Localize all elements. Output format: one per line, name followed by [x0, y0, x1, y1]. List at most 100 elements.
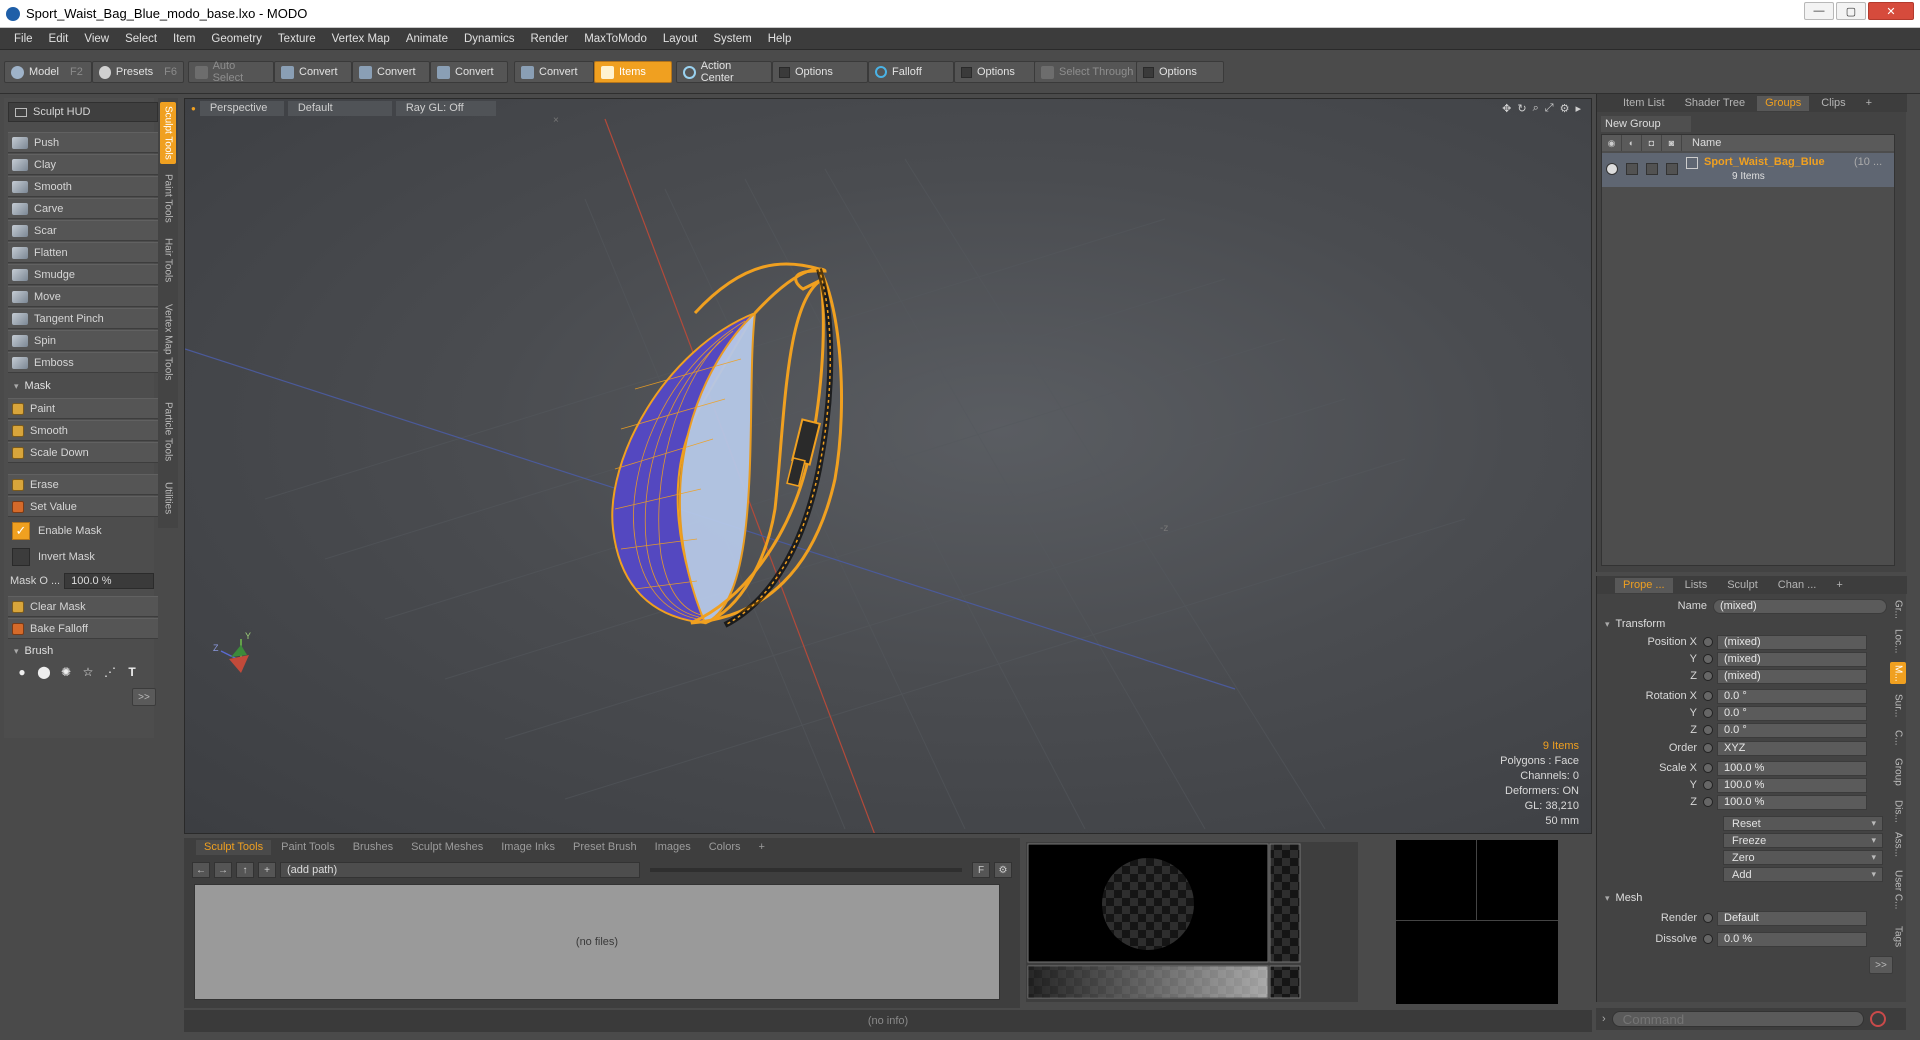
reset-dropdown[interactable]: Reset: [1723, 816, 1883, 831]
menu-layout[interactable]: Layout: [655, 28, 706, 50]
viewport-menu-dot-icon[interactable]: ●: [191, 104, 196, 113]
mask-tool-set-value[interactable]: Set Value: [8, 496, 158, 517]
menu-select[interactable]: Select: [117, 28, 165, 50]
3d-viewport[interactable]: × -z Y Z ● Perspective Default Ray GL: O…: [184, 98, 1592, 834]
minimize-button[interactable]: —: [1804, 2, 1834, 20]
filter-button[interactable]: F: [972, 862, 990, 878]
side-tab-c[interactable]: C...: [1890, 728, 1906, 748]
menu-system[interactable]: System: [705, 28, 759, 50]
rotate-icon[interactable]: ↻: [1517, 102, 1526, 115]
tab-groups[interactable]: Groups: [1757, 95, 1810, 111]
add-properties-tab-button[interactable]: +: [1828, 578, 1850, 593]
position-y-field[interactable]: (mixed): [1717, 651, 1867, 667]
tab-image-inks[interactable]: Image Inks: [493, 840, 563, 855]
enable-mask-checkbox[interactable]: ✓ Enable Mask: [8, 520, 158, 542]
select-through-options-button[interactable]: Options: [1136, 61, 1224, 83]
tab-particle-tools[interactable]: Particle Tools: [160, 396, 176, 468]
tool-push[interactable]: Push: [8, 132, 158, 153]
menu-view[interactable]: View: [76, 28, 117, 50]
add-icon[interactable]: +: [258, 862, 276, 878]
maximize-button[interactable]: ▢: [1836, 2, 1866, 20]
tab-channels[interactable]: Chan ...: [1770, 578, 1825, 593]
action-center-options-button[interactable]: Options: [772, 61, 868, 83]
keyframe-dot-icon[interactable]: [1703, 797, 1713, 807]
mask-section-header[interactable]: Mask: [8, 377, 158, 395]
keyframe-dot-icon[interactable]: [1703, 671, 1713, 681]
zero-dropdown[interactable]: Zero: [1723, 850, 1883, 865]
mask-opacity-field[interactable]: 100.0 %: [64, 573, 155, 589]
menu-item[interactable]: Item: [165, 28, 203, 50]
tab-sculpt-tools[interactable]: Sculpt Tools: [160, 102, 176, 164]
tab-brushes[interactable]: Brushes: [345, 840, 401, 855]
menu-edit[interactable]: Edit: [41, 28, 77, 50]
keyframe-dot-icon[interactable]: [1703, 934, 1713, 944]
add-tab-button[interactable]: +: [751, 840, 773, 855]
tab-images[interactable]: Images: [647, 840, 699, 855]
zoom-icon[interactable]: ⌕: [1533, 102, 1539, 115]
select-toggle-icon[interactable]: [1666, 163, 1678, 175]
invert-mask-checkbox[interactable]: Invert Mask: [8, 546, 158, 568]
tab-colors[interactable]: Colors: [701, 840, 749, 855]
command-history-chevron-icon[interactable]: ›: [1602, 1013, 1606, 1025]
side-tab-dis[interactable]: Dis...: [1890, 796, 1906, 826]
tool-flatten[interactable]: Flatten: [8, 242, 158, 263]
rotation-y-field[interactable]: 0.0 °: [1717, 705, 1867, 721]
side-tab-user-c[interactable]: User C...: [1890, 864, 1906, 916]
name-field[interactable]: (mixed): [1713, 598, 1887, 614]
rotation-z-field[interactable]: 0.0 °: [1717, 722, 1867, 738]
keyframe-dot-icon[interactable]: [1703, 780, 1713, 790]
render-toggle-icon[interactable]: [1626, 163, 1638, 175]
tool-smudge[interactable]: Smudge: [8, 264, 158, 285]
tool-spin[interactable]: Spin: [8, 330, 158, 351]
visibility-eye-icon[interactable]: [1606, 163, 1618, 175]
scale-x-field[interactable]: 100.0 %: [1717, 760, 1867, 776]
keyframe-dot-icon[interactable]: [1703, 763, 1713, 773]
scale-z-field[interactable]: 100.0 %: [1717, 794, 1867, 810]
menu-file[interactable]: File: [6, 28, 41, 50]
tab-paint-tools-content[interactable]: Paint Tools: [273, 840, 343, 855]
select-through-button[interactable]: Select Through: [1034, 61, 1142, 83]
items-mode-button[interactable]: Items: [594, 61, 672, 83]
presets-button[interactable]: Presets F6: [92, 61, 184, 83]
menu-render[interactable]: Render: [522, 28, 576, 50]
menu-geometry[interactable]: Geometry: [203, 28, 270, 50]
mask-tool-erase[interactable]: Erase: [8, 474, 158, 495]
pan-icon[interactable]: ✥: [1502, 102, 1511, 115]
soft-brush-icon[interactable]: ●: [14, 664, 30, 680]
keyframe-dot-icon[interactable]: [1703, 691, 1713, 701]
rotation-x-field[interactable]: 0.0 °: [1717, 688, 1867, 704]
rotation-order-dropdown[interactable]: XYZ: [1717, 740, 1867, 756]
tab-vertex-map-tools[interactable]: Vertex Map Tools: [160, 292, 176, 392]
keyframe-dot-icon[interactable]: [1703, 725, 1713, 735]
viewport-expand-icon[interactable]: ▸: [1575, 102, 1581, 115]
clear-mask-button[interactable]: Clear Mask: [8, 596, 158, 617]
convert-vertices-button[interactable]: Convert: [274, 61, 352, 83]
procedural-brush-icon[interactable]: ⋰: [102, 664, 118, 680]
add-scene-tab-button[interactable]: +: [1858, 96, 1880, 111]
side-tab-tags[interactable]: Tags: [1890, 920, 1906, 954]
transform-section[interactable]: Transform: [1605, 616, 1885, 632]
menu-texture[interactable]: Texture: [270, 28, 324, 50]
dissolve-field[interactable]: 0.0 %: [1717, 931, 1867, 947]
tab-sculpt-tools-content[interactable]: Sculpt Tools: [196, 839, 272, 855]
keyframe-dot-icon[interactable]: [1703, 654, 1713, 664]
menu-maxtomodo[interactable]: MaxToModo: [576, 28, 655, 50]
menu-animate[interactable]: Animate: [398, 28, 456, 50]
keyframe-dot-icon[interactable]: [1703, 637, 1713, 647]
tab-item-list[interactable]: Item List: [1615, 96, 1673, 111]
tab-hair-tools[interactable]: Hair Tools: [160, 232, 176, 288]
tab-lists[interactable]: Lists: [1677, 578, 1716, 593]
ray-gl-toggle[interactable]: Ray GL: Off: [395, 100, 496, 116]
mask-tool-paint[interactable]: Paint: [8, 398, 158, 419]
properties-more-button[interactable]: >>: [1869, 956, 1893, 974]
group-row[interactable]: Sport_Waist_Bag_Blue (10 ... 9 Items: [1602, 153, 1894, 187]
side-tab-gr[interactable]: Gr...: [1890, 598, 1906, 620]
tab-paint-tools[interactable]: Paint Tools: [160, 168, 176, 228]
menu-help[interactable]: Help: [760, 28, 800, 50]
render-dropdown[interactable]: Default: [1717, 910, 1867, 926]
tool-move[interactable]: Move: [8, 286, 158, 307]
menu-dynamics[interactable]: Dynamics: [456, 28, 522, 50]
keyframe-dot-icon[interactable]: [1703, 913, 1713, 923]
hard-brush-icon[interactable]: ⬤: [36, 664, 52, 680]
action-center-button[interactable]: Action Center: [676, 60, 772, 84]
